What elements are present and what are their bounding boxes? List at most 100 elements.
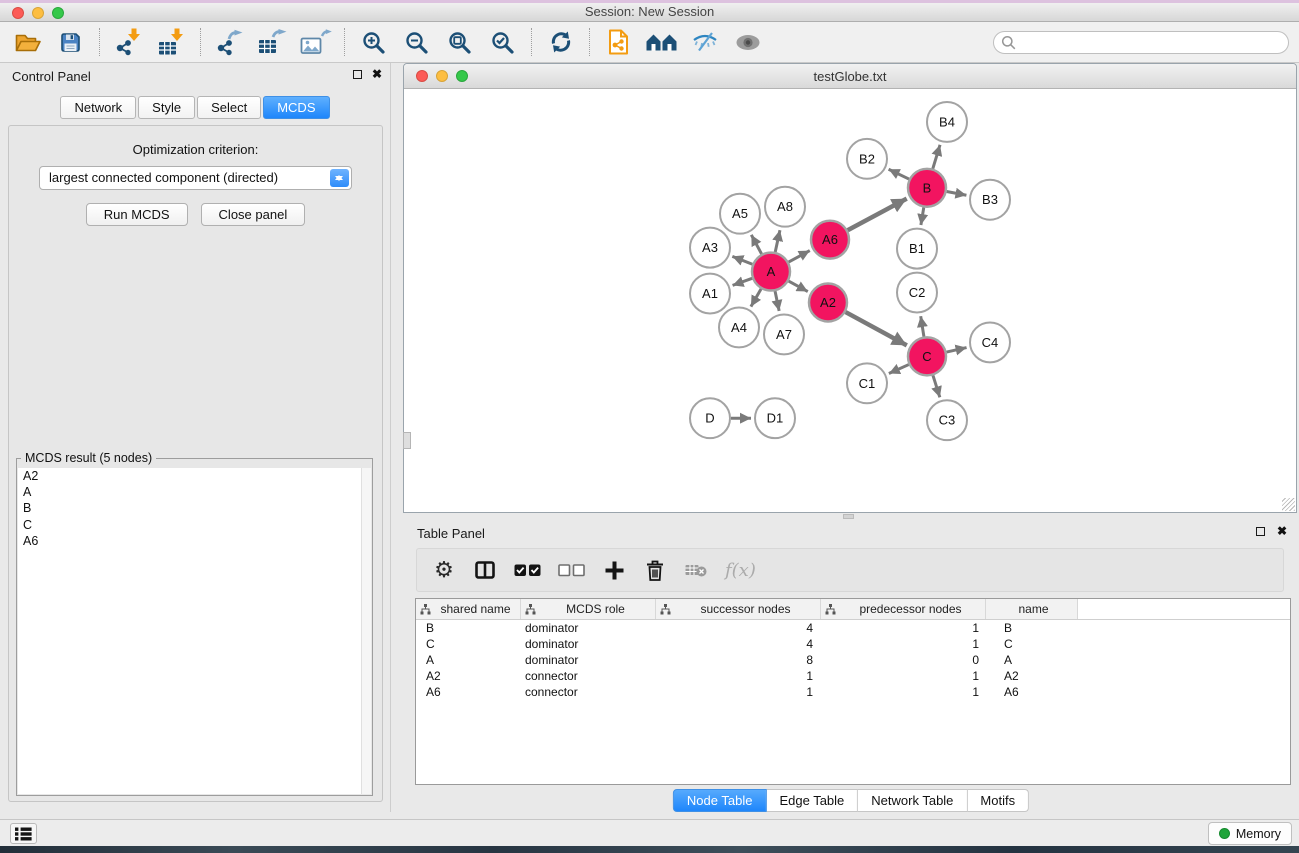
tab-network-table[interactable]: Network Table — [858, 789, 967, 812]
hide-panel-button[interactable] — [683, 24, 726, 60]
table-row[interactable]: Cdominator41C — [416, 636, 1290, 652]
search-input[interactable] — [1020, 34, 1288, 52]
tab-node-table[interactable]: Node Table — [673, 789, 767, 812]
export-image-button[interactable] — [294, 24, 337, 60]
float-panel-icon[interactable] — [353, 70, 362, 79]
network-graph[interactable]: B4B2BB3A8A5A6A3B1AA1C2A2A4A7C4CC1C3DD1 — [404, 90, 1296, 512]
delete-button[interactable] — [643, 555, 667, 585]
table-cell[interactable]: dominator — [521, 621, 656, 635]
tab-network[interactable]: Network — [60, 96, 136, 119]
column-header-successor-nodes[interactable]: successor nodes — [656, 599, 821, 619]
table-cell[interactable]: 0 — [821, 653, 986, 667]
task-history-button[interactable] — [10, 823, 37, 844]
maximize-view-button[interactable] — [456, 70, 468, 82]
graph-edge-C-C3[interactable] — [933, 375, 940, 397]
graph-edge-A-A1[interactable] — [733, 278, 753, 285]
table-cell[interactable]: A6 — [416, 685, 521, 699]
table-cell[interactable]: 1 — [821, 637, 986, 651]
export-table-button[interactable] — [251, 24, 294, 60]
table-cell[interactable]: 1 — [821, 621, 986, 635]
run-mcds-button[interactable]: Run MCDS — [86, 203, 188, 226]
add-button[interactable] — [602, 555, 626, 585]
table-cell[interactable]: A2 — [986, 669, 1078, 683]
column-header-name[interactable]: name — [986, 599, 1078, 619]
select-all-button[interactable] — [514, 555, 541, 585]
function-builder-button[interactable]: f(x) — [725, 555, 756, 585]
table-cell[interactable]: 1 — [656, 669, 821, 683]
optimization-criterion-select[interactable]: largest connected component (directed) — [39, 166, 352, 190]
graph-edge-A-A5[interactable] — [751, 235, 761, 254]
import-network-button[interactable] — [107, 24, 150, 60]
table-cell[interactable]: 4 — [656, 637, 821, 651]
maximize-window-button[interactable] — [52, 7, 64, 19]
mcds-result-item[interactable]: C — [18, 517, 371, 533]
save-session-button[interactable] — [49, 24, 92, 60]
table-row[interactable]: Adominator80A — [416, 652, 1290, 668]
table-row[interactable]: A2connector11A2 — [416, 668, 1290, 684]
float-table-panel-icon[interactable] — [1256, 527, 1265, 536]
network-canvas[interactable]: B4B2BB3A8A5A6A3B1AA1C2A2A4A7C4CC1C3DD1 — [404, 90, 1296, 512]
table-row[interactable]: Bdominator41B — [416, 620, 1290, 636]
table-cell[interactable]: B — [416, 621, 521, 635]
close-panel-icon[interactable]: ✖ — [372, 69, 382, 79]
delete-table-button[interactable] — [684, 555, 708, 585]
graph-edge-B-B1[interactable] — [921, 207, 924, 225]
tab-edge-table[interactable]: Edge Table — [766, 789, 858, 812]
table-cell[interactable]: C — [986, 637, 1078, 651]
graph-edge-A-A8[interactable] — [775, 230, 780, 252]
home-button[interactable] — [640, 24, 683, 60]
column-header-shared-name[interactable]: shared name — [416, 599, 521, 619]
graph-edge-A-A6[interactable] — [789, 251, 810, 262]
show-panel-button[interactable] — [726, 24, 769, 60]
graph-edge-A6-B[interactable] — [848, 199, 907, 231]
mcds-result-scrollbar[interactable] — [361, 468, 371, 794]
panel-grip[interactable] — [403, 432, 411, 449]
mcds-result-item[interactable]: A6 — [18, 533, 371, 549]
resize-grip-icon[interactable] — [1282, 498, 1295, 511]
graph-edge-B-B3[interactable] — [947, 192, 967, 196]
tab-motifs[interactable]: Motifs — [967, 789, 1029, 812]
refresh-button[interactable] — [539, 24, 582, 60]
graph-edge-C-C4[interactable] — [947, 348, 967, 352]
table-cell[interactable]: A — [416, 653, 521, 667]
graph-edge-C-C1[interactable] — [889, 365, 909, 374]
table-cell[interactable]: A6 — [986, 685, 1078, 699]
graph-edge-B-B2[interactable] — [889, 169, 909, 179]
graph-edge-A2-C[interactable] — [846, 312, 907, 345]
table-cell[interactable]: C — [416, 637, 521, 651]
table-cell[interactable]: A — [986, 653, 1078, 667]
close-window-button[interactable] — [12, 7, 24, 19]
tab-style[interactable]: Style — [138, 96, 195, 119]
table-cell[interactable]: 8 — [656, 653, 821, 667]
memory-button[interactable]: Memory — [1208, 822, 1292, 845]
mcds-result-list[interactable]: A2ABCA6 — [18, 468, 371, 794]
minimize-window-button[interactable] — [32, 7, 44, 19]
graph-edge-C-C2[interactable] — [921, 316, 924, 336]
tab-select[interactable]: Select — [197, 96, 261, 119]
zoom-fit-button[interactable] — [438, 24, 481, 60]
close-view-button[interactable] — [416, 70, 428, 82]
table-cell[interactable]: dominator — [521, 637, 656, 651]
table-cell[interactable]: dominator — [521, 653, 656, 667]
mcds-result-item[interactable]: B — [18, 500, 371, 516]
table-cell[interactable]: A2 — [416, 669, 521, 683]
tab-mcds[interactable]: MCDS — [263, 96, 329, 119]
minimize-view-button[interactable] — [436, 70, 448, 82]
mcds-result-item[interactable]: A — [18, 484, 371, 500]
close-panel-button[interactable]: Close panel — [201, 203, 306, 226]
import-table-button[interactable] — [150, 24, 193, 60]
open-session-button[interactable] — [6, 24, 49, 60]
table-row[interactable]: A6connector11A6 — [416, 684, 1290, 700]
zoom-in-button[interactable] — [352, 24, 395, 60]
graph-edge-A-A2[interactable] — [789, 281, 808, 291]
graph-edge-A-A3[interactable] — [732, 256, 752, 264]
graph-edge-A-A7[interactable] — [775, 291, 779, 311]
column-header-predecessor-nodes[interactable]: predecessor nodes — [821, 599, 986, 619]
zoom-out-button[interactable] — [395, 24, 438, 60]
table-cell[interactable]: 1 — [656, 685, 821, 699]
splitter-grip[interactable] — [843, 514, 854, 519]
table-cell[interactable]: 4 — [656, 621, 821, 635]
graph-edge-B-B4[interactable] — [933, 145, 940, 169]
table-cell[interactable]: 1 — [821, 685, 986, 699]
deselect-all-button[interactable] — [558, 555, 585, 585]
